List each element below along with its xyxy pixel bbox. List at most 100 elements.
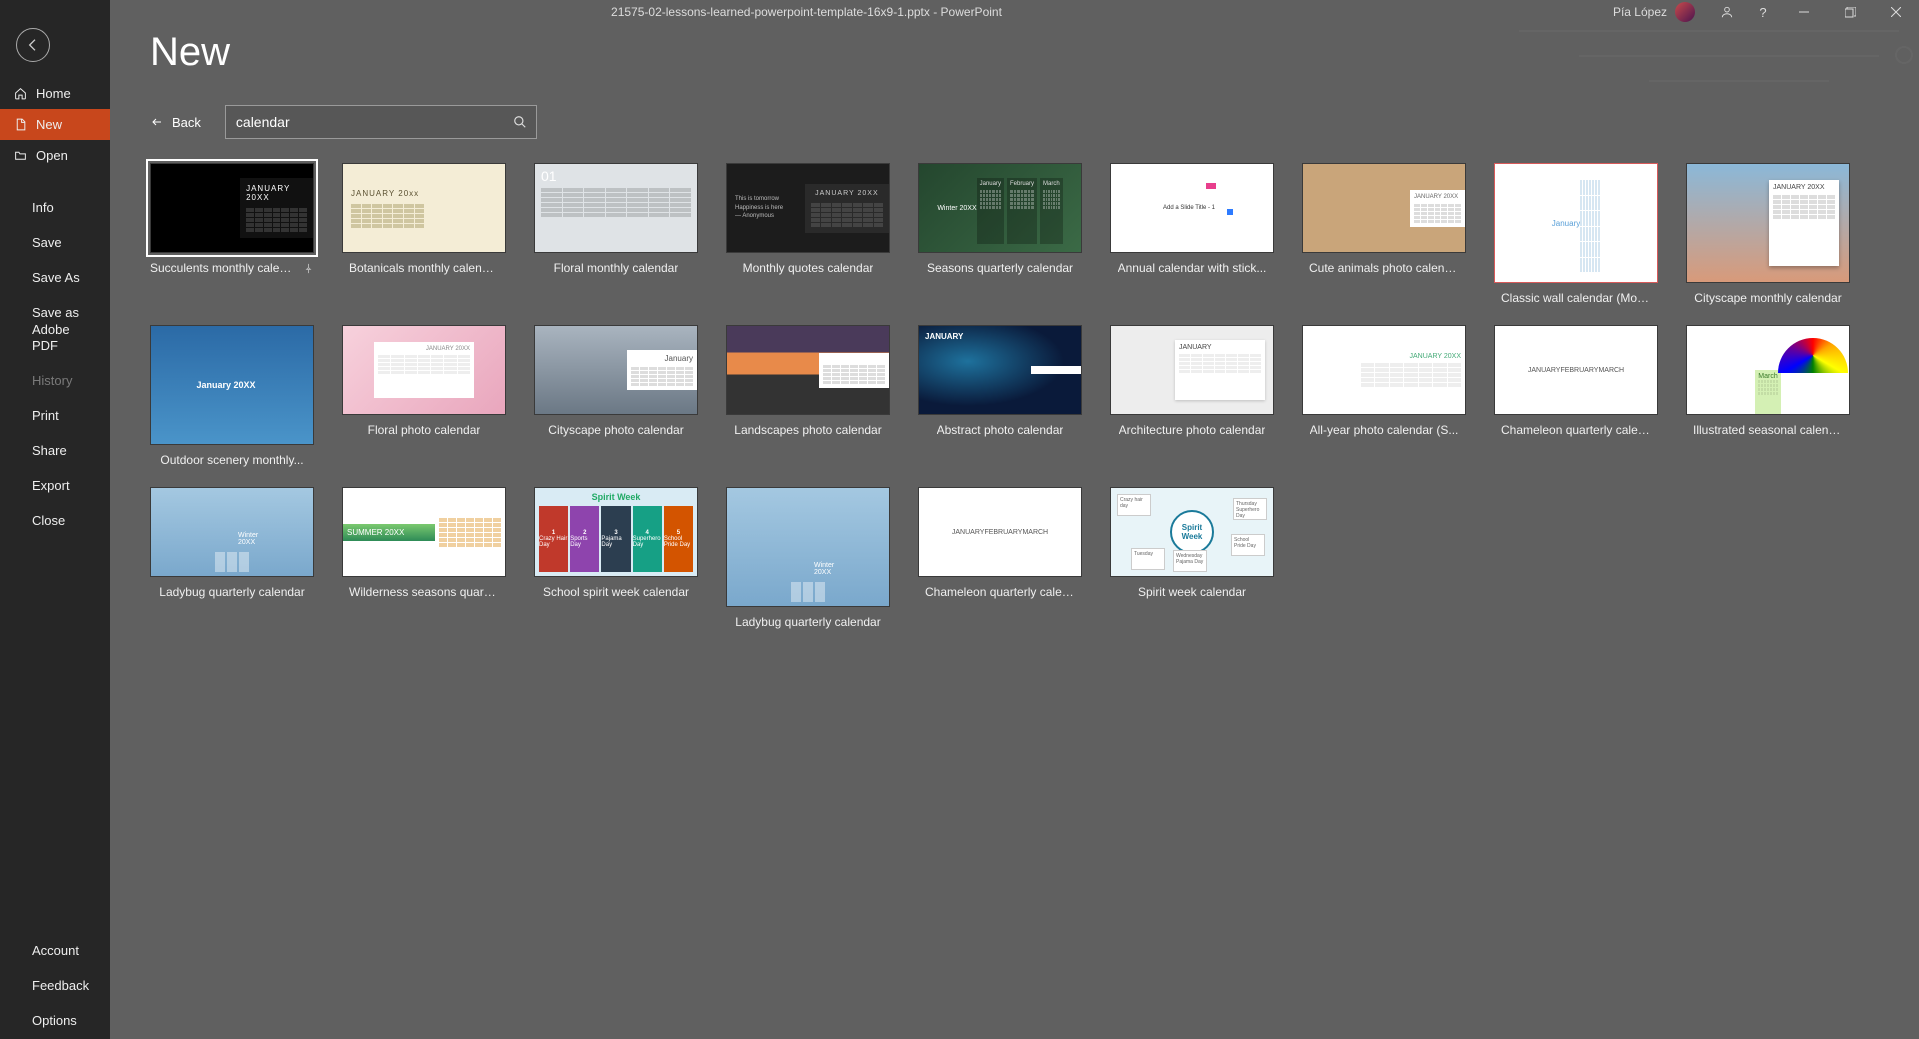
window-restore-button[interactable] <box>1827 0 1873 24</box>
template-ladybugq2[interactable]: Winter 20XX Ladybug quarterly calendar <box>726 487 890 629</box>
sidebar-item-close[interactable]: Close <box>0 504 110 539</box>
template-thumbnail[interactable]: JANUARY 20XX <box>150 163 314 253</box>
template-allyear[interactable]: JANUARY 20XX All-year photo calendar (S..… <box>1302 325 1466 467</box>
template-thumbnail[interactable]: Winter 20XXJanuaryFebruaryMarch <box>918 163 1082 253</box>
template-label-row: Ladybug quarterly calendar <box>159 585 304 599</box>
back-link-label: Back <box>172 115 201 130</box>
sidebar-item-options[interactable]: Options <box>0 1004 110 1039</box>
sidebar-item-new[interactable]: New <box>0 109 110 140</box>
template-architecture[interactable]: JANUARYArchitecture photo calendar <box>1110 325 1274 467</box>
template-cute[interactable]: JANUARY 20XXCute animals photo calendar <box>1302 163 1466 305</box>
pin-icon[interactable] <box>303 263 314 274</box>
template-label: Seasons quarterly calendar <box>927 261 1073 275</box>
template-cityscape[interactable]: JANUARY 20XXCityscape monthly calendar <box>1686 163 1850 305</box>
template-label-row: Monthly quotes calendar <box>743 261 874 275</box>
template-outdoor[interactable]: January 20XXOutdoor scenery monthly... <box>150 325 314 467</box>
template-seasons[interactable]: Winter 20XXJanuaryFebruaryMarch Seasons q… <box>918 163 1082 305</box>
titlebar: 21575-02-lessons-learned-powerpoint-temp… <box>0 0 1919 24</box>
template-thumbnail[interactable]: This is tomorrowHappiness is here— Anony… <box>726 163 890 253</box>
user-avatar[interactable] <box>1675 2 1695 22</box>
template-chameleonq2[interactable]: JANUARYFEBRUARYMARCH Chameleon quarterly … <box>918 487 1082 629</box>
search-button[interactable] <box>503 105 537 139</box>
template-label: Wilderness seasons quarter... <box>349 585 499 599</box>
template-label-row: Annual calendar with stick... <box>1118 261 1267 275</box>
template-thumbnail[interactable]: March <box>1686 325 1850 415</box>
template-thumbnail[interactable] <box>726 325 890 415</box>
template-label: Floral monthly calendar <box>554 261 679 275</box>
sidebar-item-saveas[interactable]: Save As <box>0 261 110 296</box>
template-label: School spirit week calendar <box>543 585 689 599</box>
template-classic[interactable]: January Classic wall calendar (Mon-... <box>1494 163 1658 305</box>
template-thumbnail[interactable]: JANUARY 20XX <box>1302 325 1466 415</box>
template-thumbnail[interactable]: Winter 20XX <box>150 487 314 577</box>
template-thumbnail[interactable]: JANUARY <box>918 325 1082 415</box>
sidebar-item-share[interactable]: Share <box>0 434 110 469</box>
template-landscapes[interactable]: Landscapes photo calendar <box>726 325 890 467</box>
template-label: Ladybug quarterly calendar <box>735 615 880 629</box>
help-icon[interactable]: ? <box>1745 0 1781 24</box>
template-thumbnail[interactable]: SUMMER 20XX <box>342 487 506 577</box>
template-label-row: Cityscape photo calendar <box>548 423 683 437</box>
template-thumbnail[interactable]: January <box>1494 163 1658 283</box>
template-label: Classic wall calendar (Mon-... <box>1501 291 1651 305</box>
sidebar-item-account[interactable]: Account <box>0 934 110 969</box>
arrow-left-icon <box>150 116 164 128</box>
sidebar-sublist: Info Save Save As Save as Adobe PDF Hist… <box>0 191 110 539</box>
sidebar-item-open[interactable]: Open <box>0 140 110 171</box>
template-thumbnail[interactable]: JANUARY 20XX <box>342 325 506 415</box>
back-link[interactable]: Back <box>150 115 201 130</box>
template-label: All-year photo calendar (S... <box>1310 423 1459 437</box>
template-label: Cityscape photo calendar <box>548 423 683 437</box>
template-thumbnail[interactable]: JANUARY <box>1110 325 1274 415</box>
template-ladybugq[interactable]: Winter 20XX Ladybug quarterly calendar <box>150 487 314 629</box>
sidebar-item-print[interactable]: Print <box>0 399 110 434</box>
window-minimize-button[interactable] <box>1781 0 1827 24</box>
template-thumbnail[interactable]: JANUARY 20xx <box>342 163 506 253</box>
sidebar-item-saveaspdf[interactable]: Save as Adobe PDF <box>0 296 110 365</box>
template-thumbnail[interactable]: Winter 20XX <box>726 487 890 607</box>
template-illustrated[interactable]: March Illustrated seasonal calenda... <box>1686 325 1850 467</box>
template-label-row: Illustrated seasonal calenda... <box>1693 423 1843 437</box>
template-floralmonth[interactable]: 01 Floral monthly calendar <box>534 163 698 305</box>
template-thumbnail[interactable]: January <box>534 325 698 415</box>
template-thumbnail[interactable]: Spirit Week1Crazy Hair Day2Sports Day3Pa… <box>534 487 698 577</box>
template-wilderness[interactable]: SUMMER 20XX Wilderness seasons quarter... <box>342 487 506 629</box>
template-thumbnail[interactable]: Spirit WeekCrazy hair dayTuesdayWednesda… <box>1110 487 1274 577</box>
template-thumbnail[interactable]: JANUARYFEBRUARYMARCH <box>918 487 1082 577</box>
template-thumbnail[interactable]: Add a Slide Title - 1 <box>1110 163 1274 253</box>
sidebar-item-home[interactable]: Home <box>0 78 110 109</box>
template-chameleonq[interactable]: JANUARYFEBRUARYMARCHChameleon quarterly … <box>1494 325 1658 467</box>
sidebar-item-feedback[interactable]: Feedback <box>0 969 110 1004</box>
template-abstract[interactable]: JANUARY Abstract photo calendar <box>918 325 1082 467</box>
template-label-row: Ladybug quarterly calendar <box>735 615 880 629</box>
template-thumbnail[interactable]: January 20XX <box>150 325 314 445</box>
template-label-row: Succulents monthly calendar <box>150 261 314 275</box>
back-button[interactable] <box>16 28 50 62</box>
search-row: Back <box>150 105 1879 139</box>
template-thumbnail[interactable]: JANUARY 20XX <box>1302 163 1466 253</box>
template-label: Illustrated seasonal calenda... <box>1693 423 1843 437</box>
template-schoolspirit[interactable]: Spirit Week1Crazy Hair Day2Sports Day3Pa… <box>534 487 698 629</box>
template-succulents[interactable]: JANUARY 20XX Succulents monthly calendar <box>150 163 314 305</box>
template-cityphoto[interactable]: January Cityscape photo calendar <box>534 325 698 467</box>
template-quotes[interactable]: This is tomorrowHappiness is here— Anony… <box>726 163 890 305</box>
template-spiritweek[interactable]: Spirit WeekCrazy hair dayTuesdayWednesda… <box>1110 487 1274 629</box>
template-thumbnail[interactable]: 01 <box>534 163 698 253</box>
window-close-button[interactable] <box>1873 0 1919 24</box>
template-botanicals[interactable]: JANUARY 20xxBotanicals monthly calendar <box>342 163 506 305</box>
template-search-input[interactable] <box>225 105 537 139</box>
sidebar-item-export[interactable]: Export <box>0 469 110 504</box>
template-thumbnail[interactable]: JANUARY 20XX <box>1686 163 1850 283</box>
user-name[interactable]: Pía López <box>1613 5 1667 19</box>
template-thumbnail[interactable]: JANUARYFEBRUARYMARCH <box>1494 325 1658 415</box>
template-label: Landscapes photo calendar <box>734 423 881 437</box>
sidebar-nav: Home New Open <box>0 78 110 171</box>
template-label: Abstract photo calendar <box>937 423 1064 437</box>
template-annual[interactable]: Add a Slide Title - 1 Annual calendar wit… <box>1110 163 1274 305</box>
account-manager-icon[interactable] <box>1709 0 1745 24</box>
template-label: Annual calendar with stick... <box>1118 261 1267 275</box>
sidebar-item-save[interactable]: Save <box>0 226 110 261</box>
sidebar-item-info[interactable]: Info <box>0 191 110 226</box>
template-floralphoto[interactable]: JANUARY 20XXFloral photo calendar <box>342 325 506 467</box>
template-label-row: Chameleon quarterly calen... <box>925 585 1075 599</box>
